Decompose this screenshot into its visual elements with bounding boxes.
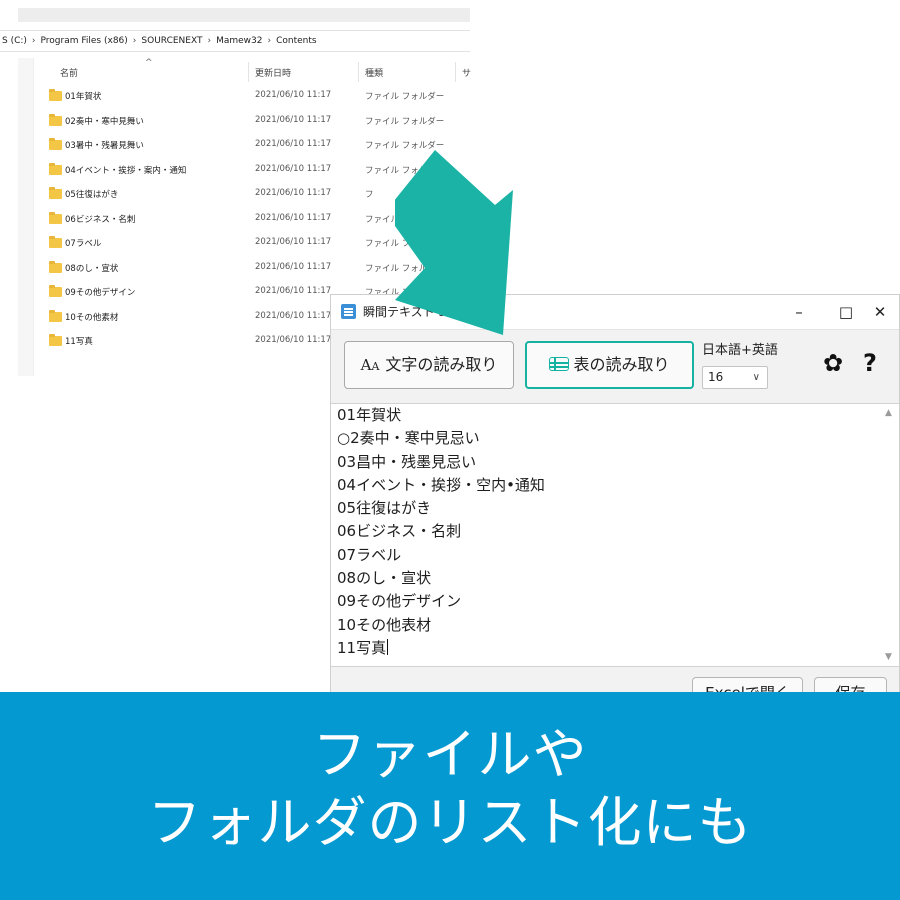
caption-banner: ファイルや フォルダのリスト化にも	[0, 692, 900, 900]
font-size-select[interactable]: 16 ∨	[702, 366, 768, 389]
folder-icon	[49, 260, 62, 273]
file-type: フ	[365, 190, 374, 200]
read-text-button[interactable]: AA 文字の読み取り	[344, 341, 514, 389]
breadcrumb-contents[interactable]: Contents	[276, 31, 316, 51]
text-caret	[387, 638, 389, 655]
folder-icon	[49, 309, 62, 322]
close-button[interactable]: ✕	[862, 301, 898, 323]
file-date: 2021/06/10 11:17	[255, 188, 332, 198]
table-icon	[549, 357, 570, 371]
chevron-right-icon: ›	[31, 36, 36, 46]
result-line: 06ビジネス・名刺	[337, 522, 462, 541]
file-type: ファイル フォルダー	[365, 92, 445, 102]
chevron-right-icon: ›	[207, 36, 212, 46]
arrow-down-right-icon	[395, 150, 513, 335]
gear-icon[interactable]: ✿	[820, 350, 846, 376]
file-type: ファイル	[365, 214, 400, 225]
sort-ascending-icon: ^	[145, 58, 153, 68]
breadcrumb-mamew32[interactable]: Mamew32	[216, 31, 262, 51]
file-name: 04イベント・挨拶・案内・通知	[65, 165, 187, 176]
result-line: 09その他デザイン	[337, 592, 462, 611]
read-table-label: 表の読み取り	[573, 355, 670, 374]
result-line: 04イベント・挨拶・空内•通知	[337, 475, 545, 494]
column-divider[interactable]	[358, 62, 359, 82]
explorer-toolbar-strip	[18, 8, 470, 22]
file-date: 2021/06/10 11:17	[255, 335, 332, 345]
file-name: 11写真	[65, 337, 93, 347]
file-date: 2021/06/10 11:17	[255, 139, 332, 149]
breadcrumb-program-files[interactable]: Program Files (x86)	[41, 31, 128, 51]
file-name: 01年賀状	[65, 92, 102, 102]
file-name: 07ラベル	[65, 239, 102, 249]
result-line: ○2奏中・寒中見忌い	[337, 429, 480, 448]
result-line: 10その他表材	[337, 615, 432, 634]
language-label: 日本語+英語	[702, 343, 778, 358]
result-line: 01年賀状	[337, 406, 402, 424]
folder-icon	[49, 285, 62, 297]
result-line: 08のし・宣状	[337, 569, 432, 588]
result-line: 05往復はがき	[337, 499, 432, 518]
list-item[interactable]: 01年賀状 2021/06/10 11:17 ファイル フォルダー	[0, 86, 470, 111]
scroll-up-icon[interactable]: ▲	[885, 408, 892, 418]
folder-icon	[49, 162, 62, 175]
file-date: 2021/06/10 11:17	[255, 310, 332, 321]
file-name: 08のし・宣状	[65, 263, 119, 274]
chevron-down-icon: ∨	[752, 372, 760, 383]
app-icon	[341, 304, 356, 319]
result-line: 03昌中・残墨見忌い	[337, 452, 477, 471]
help-icon[interactable]: ?	[859, 348, 881, 378]
folder-icon	[49, 89, 62, 101]
chevron-right-icon: ›	[267, 36, 272, 46]
list-item[interactable]: 02奏中・寒中見舞い 2021/06/10 11:17 ファイル フォルダー	[0, 111, 470, 136]
file-name: 03暑中・残暑見舞い	[65, 141, 144, 151]
column-header-type[interactable]: 種類	[365, 66, 383, 82]
column-header-name[interactable]: 名前	[60, 66, 78, 82]
column-divider[interactable]	[455, 62, 456, 82]
maximize-button[interactable]: □	[828, 301, 864, 323]
scroll-down-icon[interactable]: ▼	[885, 652, 892, 662]
file-name: 02奏中・寒中見舞い	[65, 116, 144, 127]
file-date: 2021/06/10 11:17	[255, 261, 332, 272]
font-size-value: 16	[708, 370, 724, 384]
result-text-area[interactable]: 01年賀状 ○2奏中・寒中見忌い 03昌中・残墨見忌い 04イベント・挨拶・空内…	[331, 403, 899, 667]
folder-icon	[49, 113, 62, 126]
file-type: ファイル フォルダー	[365, 116, 445, 127]
file-date: 2021/06/10 11:17	[255, 163, 332, 174]
instant-text-window: 瞬間テキスト 3 – □ ✕ AA 文字の読み取り 表の読み取り 日本語+英語 1…	[330, 294, 900, 709]
folder-icon	[49, 334, 62, 346]
result-line: 07ラベル	[337, 545, 402, 564]
breadcrumb-drive[interactable]: S (C:)	[2, 31, 27, 51]
folder-icon	[49, 187, 62, 199]
minimize-button[interactable]: –	[781, 301, 817, 323]
column-header-size[interactable]: サ	[462, 66, 471, 82]
address-bar[interactable]: S (C:) › Program Files (x86) › SOURCENEXT › Ma…	[0, 30, 470, 52]
result-line-last: 11写真	[337, 638, 389, 657]
file-name: 10その他素材	[65, 312, 119, 323]
arrow-shape	[395, 150, 513, 335]
caption-line-1: ファイルや	[312, 723, 588, 786]
folder-icon	[49, 236, 62, 248]
file-date: 2021/06/10 11:17	[255, 237, 332, 247]
file-date: 2021/06/10 11:17	[255, 286, 332, 296]
read-table-button[interactable]: 表の読み取り	[525, 341, 694, 389]
text-icon: AA	[360, 356, 380, 374]
file-name: 05往復はがき	[65, 190, 119, 200]
column-divider[interactable]	[248, 62, 249, 82]
file-name: 06ビジネス・名刺	[65, 214, 136, 225]
file-date: 2021/06/10 11:17	[255, 212, 332, 223]
file-date: 2021/06/10 11:17	[255, 90, 332, 100]
folder-icon	[49, 138, 62, 150]
breadcrumb-sourcenext[interactable]: SOURCENEXT	[141, 31, 202, 51]
caption-line-2: フォルダのリスト化にも	[147, 791, 753, 854]
toolbar: AA 文字の読み取り 表の読み取り 日本語+英語 16 ∨ ✿ ?	[331, 329, 899, 403]
result-lines: 01年賀状 ○2奏中・寒中見忌い 03昌中・残墨見忌い 04イベント・挨拶・空内…	[337, 404, 545, 660]
file-date: 2021/06/10 11:17	[255, 114, 332, 125]
chevron-right-icon: ›	[132, 36, 137, 46]
read-text-label: 文字の読み取り	[385, 355, 498, 374]
file-name: 09その他デザイン	[65, 288, 136, 298]
folder-icon	[49, 211, 62, 224]
vertical-scrollbar[interactable]: ▲ ▼	[881, 404, 898, 666]
column-header-date[interactable]: 更新日時	[255, 66, 291, 82]
